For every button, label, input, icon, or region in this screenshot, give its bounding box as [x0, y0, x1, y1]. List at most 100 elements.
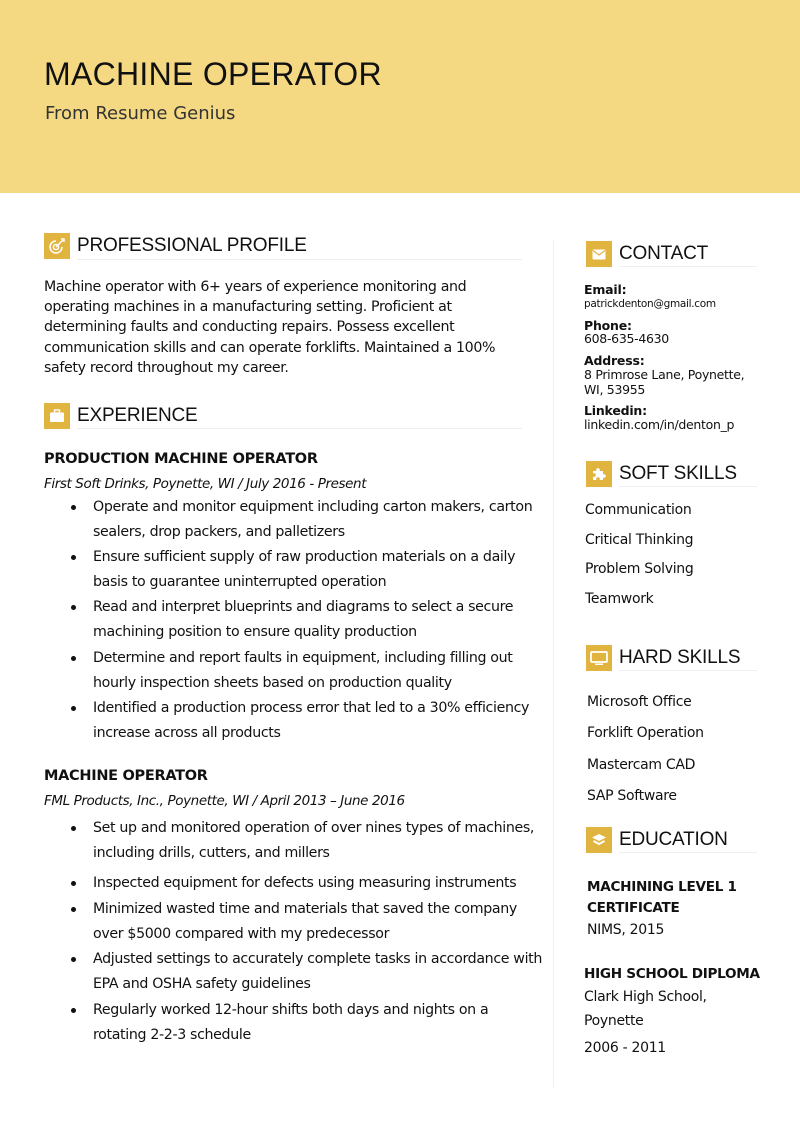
bullet-line: Operate and monitor equipment including …	[93, 499, 533, 515]
section-underline	[619, 670, 757, 671]
education-detail: Poynette	[584, 1013, 644, 1029]
bullet-line: increase across all products	[93, 724, 281, 741]
job-bullet: Minimized wasted time and materials that…	[71, 897, 517, 946]
envelope-icon	[586, 241, 612, 267]
bullet-line: basis to guarantee uninterrupted operati…	[93, 573, 387, 590]
profile-line: operating machines in a manufacturing se…	[44, 299, 452, 316]
job-bullet: Ensure sufficient supply of raw producti…	[71, 545, 516, 594]
job-bullet: Determine and report faults in equipment…	[71, 646, 513, 695]
job-bullet: Adjusted settings to accurately complete…	[71, 947, 543, 996]
address-label: Address:	[584, 353, 645, 368]
bullet-line: rotating 2-2-3 schedule	[93, 1026, 251, 1043]
email-label: Email:	[584, 282, 627, 297]
briefcase-icon	[44, 403, 70, 429]
job-bullet: Operate and monitor equipment including …	[71, 495, 533, 544]
linkedin-label: Linkedin:	[584, 403, 647, 418]
bullet-line: Adjusted settings to accurately complete…	[93, 951, 543, 967]
bullet-line: Ensure sufficient supply of raw producti…	[93, 549, 516, 565]
profile-line: Machine operator with 6+ years of experi…	[44, 279, 467, 295]
address-value: 8 Primrose Lane, Poynette, WI, 53955	[584, 367, 745, 397]
resume-header: MACHINE OPERATOR From Resume Genius	[0, 0, 800, 193]
bullet-dot	[71, 881, 76, 886]
puzzle-icon	[586, 461, 612, 487]
bullet-dot	[71, 907, 76, 912]
education-title-line: MACHINING LEVEL 1	[587, 879, 737, 895]
section-title: SOFT SKILLS	[619, 463, 737, 484]
job-bullet: Read and interpret blueprints and diagra…	[71, 595, 514, 644]
section-header-experience: EXPERIENCE	[44, 403, 198, 429]
bullet-line: sealers, drop packers, and palletizers	[93, 523, 345, 540]
hard-skill-item: Forklift Operation	[587, 725, 704, 741]
bullet-line: Read and interpret blueprints and diagra…	[93, 599, 514, 615]
section-underline	[77, 259, 522, 260]
section-header-profile: PROFESSIONAL PROFILE	[44, 233, 307, 259]
linkedin-value[interactable]: linkedin.com/in/denton_p	[584, 417, 734, 432]
job-bullet: Regularly worked 12-hour shifts both day…	[71, 998, 489, 1047]
education-title-line: CERTIFICATE	[587, 899, 680, 916]
profile-line: safety record throughout my career.	[44, 359, 289, 376]
resume-subtitle: From Resume Genius	[45, 103, 236, 124]
address-line: WI, 53955	[584, 382, 646, 397]
bullet-line: hourly inspection sheets based on produc…	[93, 674, 452, 691]
bullet-dot	[71, 505, 76, 510]
education-detail: NIMS, 2015	[587, 922, 665, 938]
target-icon	[44, 233, 70, 259]
profile-line: determining faults and conducting repair…	[44, 319, 455, 336]
profile-line: communication skills and can operate for…	[44, 339, 496, 356]
soft-skill-item: Problem Solving	[585, 561, 694, 577]
bullet-dot	[71, 605, 76, 610]
section-title: EXPERIENCE	[77, 405, 198, 426]
email-value[interactable]: patrickdenton@gmail.com	[584, 297, 716, 312]
job-title: PRODUCTION MACHINE OPERATOR	[44, 451, 318, 467]
section-underline	[619, 266, 757, 267]
bullet-line: Determine and report faults in equipment…	[93, 650, 513, 666]
bullet-dot	[71, 957, 76, 962]
hard-skill-item: Mastercam CAD	[587, 757, 696, 773]
section-title: EDUCATION	[619, 829, 728, 850]
section-underline	[619, 852, 757, 853]
monitor-icon	[586, 645, 612, 671]
address-line: 8 Primrose Lane, Poynette,	[584, 367, 745, 382]
job-meta: First Soft Drinks, Poynette, WI / July 2…	[44, 476, 367, 492]
bullet-line: machining position to ensure quality pro…	[93, 623, 417, 640]
column-divider	[553, 240, 554, 1088]
soft-skill-item: Teamwork	[585, 591, 654, 607]
soft-skill-item: Critical Thinking	[585, 532, 694, 548]
profile-summary: Machine operator with 6+ years of experi…	[44, 277, 496, 378]
graduation-cap-icon	[586, 827, 612, 853]
education-title: HIGH SCHOOL DIPLOMA	[584, 966, 760, 982]
job-bullet: Identified a production process error th…	[71, 696, 530, 745]
bullet-line: including drills, cutters, and millers	[93, 844, 330, 861]
bullet-dot	[71, 1008, 76, 1013]
bullet-line: Identified a production process error th…	[93, 700, 530, 716]
bullet-line: over $5000 compared with my predecessor	[93, 925, 390, 942]
bullet-line: Regularly worked 12-hour shifts both day…	[93, 1002, 489, 1018]
section-underline	[77, 428, 522, 429]
bullet-line: Set up and monitored operation of over n…	[93, 820, 535, 836]
section-title: CONTACT	[619, 243, 709, 264]
bullet-dot	[71, 656, 76, 661]
bullet-line: Minimized wasted time and materials that…	[93, 901, 517, 917]
section-header-hard-skills: HARD SKILLS	[586, 645, 741, 671]
bullet-dot	[71, 706, 76, 711]
section-title: HARD SKILLS	[619, 647, 741, 668]
soft-skill-item: Communication	[585, 502, 692, 518]
bullet-dot	[71, 826, 76, 831]
hard-skill-item: SAP Software	[587, 788, 677, 804]
section-header-contact: CONTACT	[586, 241, 708, 267]
education-title: MACHINING LEVEL 1 CERTIFICATE	[587, 877, 737, 918]
bullet-line: Inspected equipment for defects using me…	[93, 875, 517, 891]
job-bullet: Inspected equipment for defects using me…	[71, 871, 517, 896]
section-header-soft-skills: SOFT SKILLS	[586, 461, 737, 487]
section-header-education: EDUCATION	[586, 827, 728, 853]
job-meta: FML Products, Inc., Poynette, WI / April…	[44, 793, 405, 809]
resume-title: MACHINE OPERATOR	[44, 56, 382, 92]
education-detail: 2006 - 2011	[584, 1040, 666, 1056]
hard-skill-item: Microsoft Office	[587, 694, 692, 710]
bullet-dot	[71, 555, 76, 560]
section-title: PROFESSIONAL PROFILE	[77, 235, 307, 256]
job-bullet: Set up and monitored operation of over n…	[71, 816, 535, 865]
phone-value[interactable]: 608-635-4630	[584, 331, 669, 346]
bullet-line: EPA and OSHA safety guidelines	[93, 975, 311, 992]
section-underline	[619, 486, 757, 487]
